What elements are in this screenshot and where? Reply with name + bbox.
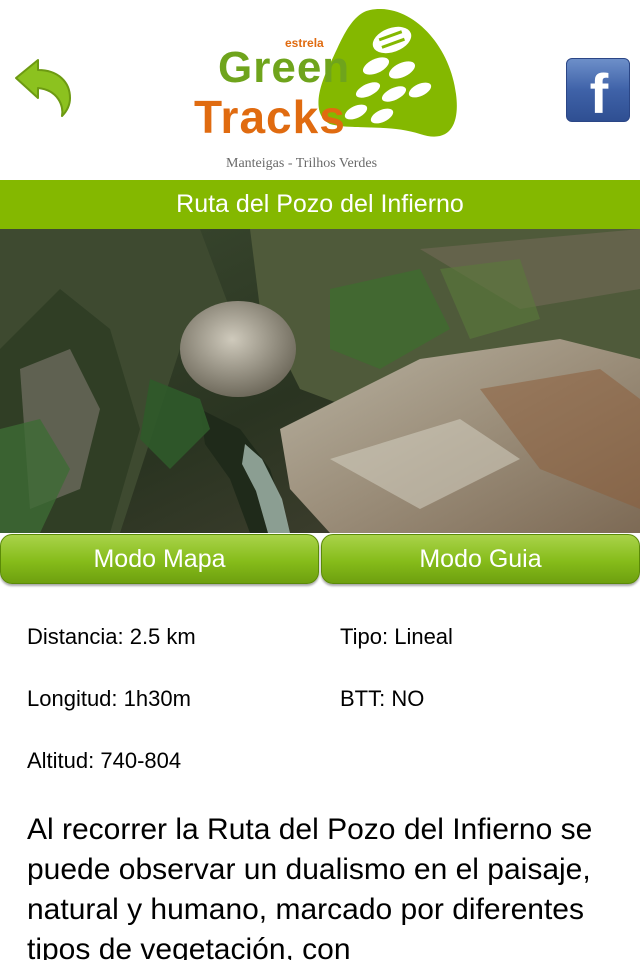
back-arrow-icon — [15, 59, 71, 117]
map-mode-label: Modo Mapa — [93, 544, 226, 573]
type-info: Tipo: Lineal — [340, 624, 453, 649]
route-title: Ruta del Pozo del Infierno — [176, 190, 464, 218]
map-mode-button[interactable]: Modo Mapa — [0, 534, 319, 584]
btt-info: BTT: NO — [340, 686, 425, 711]
guide-mode-label: Modo Guia — [419, 544, 542, 573]
logo-green-text: Green — [218, 43, 351, 92]
route-photo — [0, 229, 640, 533]
app-header: estrela Green Tracks Manteigas - Trilhos… — [0, 0, 640, 180]
route-description: Al recorrer la Ruta del Pozo del Infiern… — [27, 813, 593, 960]
route-photo-image — [0, 229, 640, 533]
facebook-icon: f — [589, 62, 609, 125]
facebook-button[interactable]: f — [566, 58, 630, 125]
distance-info: Distancia: 2.5 km — [27, 624, 196, 649]
route-title-bar: Ruta del Pozo del Infierno — [0, 180, 640, 229]
altitude-info: Altitud: 740-804 — [27, 748, 182, 773]
green-tracks-logo: estrela Green Tracks Manteigas - Trilhos… — [190, 0, 457, 180]
logo-subtitle: Manteigas - Trilhos Verdes — [226, 156, 378, 171]
logo-tracks-text: Tracks — [194, 91, 346, 143]
guide-mode-button[interactable]: Modo Guia — [321, 534, 640, 584]
duration-info: Longitud: 1h30m — [27, 686, 191, 711]
back-button[interactable] — [8, 52, 80, 124]
